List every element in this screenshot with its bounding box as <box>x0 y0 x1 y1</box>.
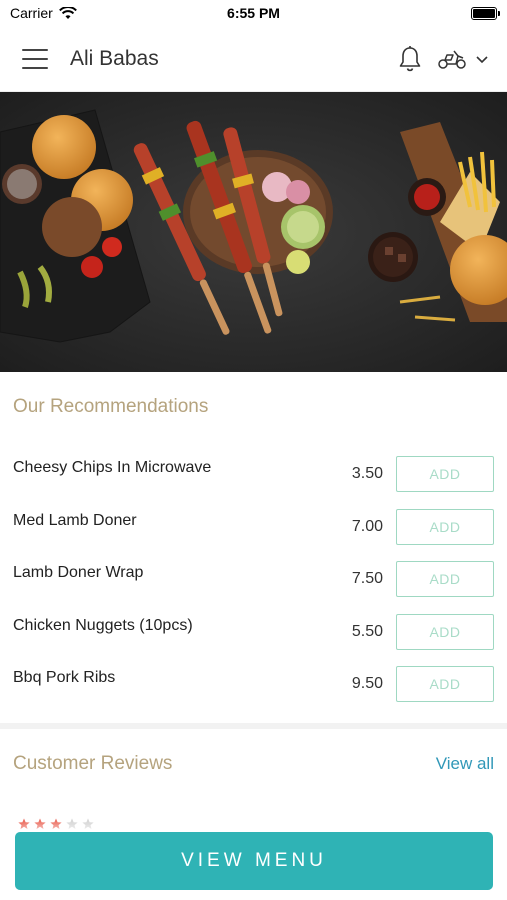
item-name: Bbq Pork Ribs <box>13 669 116 687</box>
add-button[interactable]: ADD <box>396 508 494 545</box>
item-name: Lamb Doner Wrap <box>13 564 144 582</box>
list-item: Med Lamb Doner 7.00 ADD <box>13 501 494 554</box>
battery-icon <box>470 6 500 20</box>
delivery-mode-select[interactable] <box>437 48 489 70</box>
status-time: 6:55 PM <box>227 5 280 21</box>
recommendations-section: Our Recommendations Cheesy Chips In Micr… <box>0 372 507 711</box>
item-price: 7.50 <box>351 570 383 588</box>
list-item: Lamb Doner Wrap 7.50 ADD <box>13 553 494 606</box>
notifications-button[interactable] <box>397 45 423 73</box>
item-name: Chicken Nuggets (10pcs) <box>13 616 193 634</box>
reviews-title: Customer Reviews <box>13 752 173 774</box>
status-bar: Carrier 6:55 PM <box>0 0 507 26</box>
app-header: Ali Babas <box>0 26 507 92</box>
item-price: 9.50 <box>351 675 383 693</box>
header-actions <box>397 45 489 73</box>
item-price: 5.50 <box>351 622 383 640</box>
page-title: Ali Babas <box>70 46 159 70</box>
scooter-icon <box>438 50 466 69</box>
star-icon <box>66 818 78 829</box>
item-name: Med Lamb Doner <box>13 511 137 529</box>
review-stars <box>18 818 94 830</box>
carrier-label: Carrier <box>10 5 53 21</box>
item-price: 3.50 <box>351 465 383 483</box>
bell-icon <box>399 45 421 71</box>
chevron-down-icon <box>476 55 488 63</box>
star-icon <box>82 818 94 829</box>
add-button[interactable]: ADD <box>396 456 494 493</box>
item-price: 7.00 <box>351 517 383 535</box>
customer-reviews-header: Customer Reviews View all <box>0 729 507 775</box>
hamburger-menu-icon[interactable] <box>22 48 48 69</box>
recommendations-list: Cheesy Chips In Microwave 3.50 ADD Med L… <box>13 448 494 711</box>
list-item: Cheesy Chips In Microwave 3.50 ADD <box>13 448 494 501</box>
add-button[interactable]: ADD <box>396 613 494 650</box>
status-right <box>377 6 500 20</box>
wifi-icon <box>58 6 77 19</box>
add-button[interactable]: ADD <box>396 666 494 703</box>
star-icon <box>50 818 62 829</box>
list-item: Bbq Pork Ribs 9.50 ADD <box>13 658 494 711</box>
star-icon <box>18 818 30 829</box>
hero-food-illustration <box>0 92 507 372</box>
status-left: Carrier <box>10 5 130 21</box>
add-button[interactable]: ADD <box>396 561 494 598</box>
hero-banner-image <box>0 92 507 372</box>
item-name: Cheesy Chips In Microwave <box>13 459 212 477</box>
view-all-link[interactable]: View all <box>436 754 494 774</box>
list-item: Chicken Nuggets (10pcs) 5.50 ADD <box>13 606 494 659</box>
recommendations-title: Our Recommendations <box>13 396 209 417</box>
star-icon <box>34 818 46 829</box>
view-menu-button[interactable]: VIEW MENU <box>15 832 493 890</box>
